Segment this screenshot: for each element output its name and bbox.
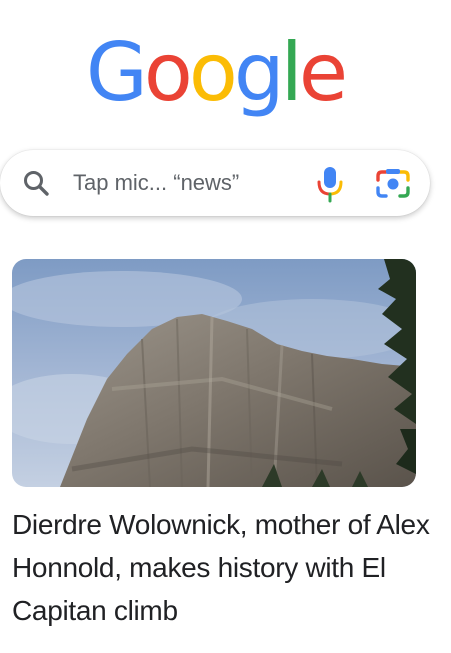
search-input[interactable]: Tap mic... “news”: [73, 168, 239, 198]
logo-letter: l: [280, 26, 303, 119]
google-lens-icon[interactable]: [374, 166, 412, 202]
search-icon: [22, 169, 50, 197]
news-headline[interactable]: Dierdre Wolownick, mother of Alex Honnol…: [12, 503, 432, 632]
microphone-icon[interactable]: [314, 164, 346, 204]
logo-letter: o: [143, 26, 193, 119]
news-card-image[interactable]: [12, 259, 416, 487]
google-logo: Google: [0, 30, 430, 116]
logo-letter: e: [298, 26, 348, 119]
search-bar[interactable]: Tap mic... “news”: [0, 150, 430, 216]
logo-letter: o: [188, 26, 238, 119]
logo-letter: g: [233, 26, 285, 119]
logo-letter: G: [85, 26, 148, 119]
